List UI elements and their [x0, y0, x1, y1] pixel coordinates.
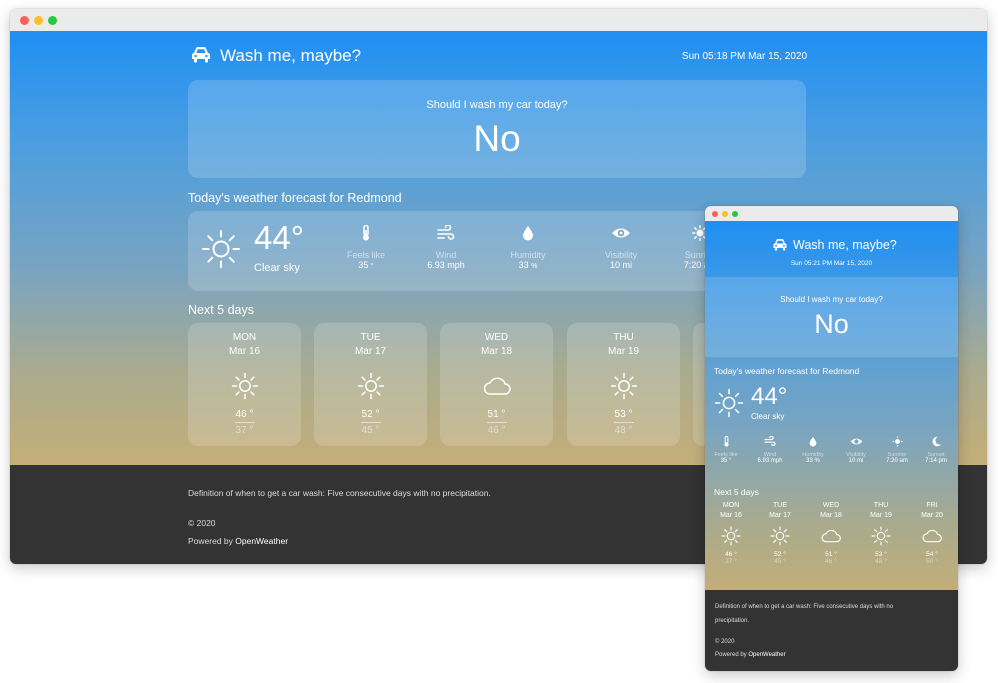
close-window-button[interactable] — [20, 15, 29, 25]
forecast-day-column: THU Mar 19 53 ° 48 ° — [858, 502, 904, 565]
minimize-window-button[interactable] — [34, 15, 43, 25]
wind-icon — [750, 434, 790, 452]
forecast-low: 45 ° — [361, 425, 380, 436]
eye-icon — [836, 434, 876, 452]
sunrise-icon — [877, 434, 917, 452]
metric-humidity: Humidity 33 % — [793, 434, 833, 464]
app-title: Wash me, maybe? — [220, 46, 362, 65]
page-viewport: Wash me, maybe? Sun 05:21 PM Mar 15, 202… — [705, 221, 958, 671]
divider — [234, 422, 255, 423]
forecast-day-card: MON Mar 16 46 ° 37 ° — [188, 323, 301, 446]
sun-icon — [757, 526, 803, 546]
window-titlebar — [705, 206, 958, 221]
metric-value: 35 ° — [358, 260, 374, 270]
sun-icon — [201, 229, 241, 269]
car-icon — [190, 46, 212, 64]
today-forecast-heading: Today's weather forecast for Redmond — [714, 366, 860, 376]
sun-icon — [188, 372, 301, 400]
forecast-high: 46 ° — [235, 409, 254, 420]
footer-powered-by: Powered by OpenWeather — [188, 536, 289, 546]
car-icon — [772, 238, 788, 252]
current-datetime: Sun 05:21 PM Mar 15, 2020 — [790, 260, 873, 267]
metric-visibility: Visibility 10 mi — [836, 434, 876, 464]
decision-answer: No — [814, 309, 849, 339]
weather-condition: Clear sky — [254, 262, 300, 274]
thermometer-icon — [706, 434, 746, 452]
decision-card: Should I wash my car today? No — [705, 277, 958, 357]
forecast-high: 53 ° — [614, 409, 633, 420]
openweather-link[interactable]: OpenWeather — [235, 536, 288, 546]
metric-visibility: Visibility 10 mi — [591, 225, 651, 270]
cloud-icon — [440, 372, 553, 400]
forecast-day-column: MON Mar 16 46 ° 37 ° — [708, 502, 754, 565]
metric-sunset: Sunset 7:14 pm — [916, 434, 956, 464]
sun-icon — [708, 526, 754, 546]
sun-icon — [858, 526, 904, 546]
sun-icon — [567, 372, 680, 400]
decision-question: Should I wash my car today? — [426, 99, 568, 111]
divider — [360, 422, 381, 423]
browser-window-mobile: Wash me, maybe? Sun 05:21 PM Mar 15, 202… — [705, 206, 958, 671]
page-footer: Definition of when to get a car wash: Fi… — [705, 590, 958, 671]
moon-icon — [916, 434, 956, 452]
decision-card: Should I wash my car today? No — [188, 80, 806, 178]
forecast-high: 51 ° — [487, 409, 506, 420]
cloud-icon — [909, 526, 955, 546]
forecast-low: 46 ° — [487, 425, 506, 436]
today-forecast-heading: Today's weather forecast for Redmond — [188, 191, 402, 205]
droplet-icon — [793, 434, 833, 452]
forecast-low: 48 ° — [614, 425, 633, 436]
forecast-day-column: WED Mar 18 51 ° 46 ° — [808, 502, 854, 565]
forecast-day-card: TUE Mar 17 52 ° 45 ° — [314, 323, 427, 446]
app-title: Wash me, maybe? — [793, 238, 897, 252]
divider — [486, 422, 507, 423]
metric-wind: Wind 6.93 mph — [416, 224, 476, 270]
forecast-low: 37 ° — [235, 425, 254, 436]
forecast-high: 52 ° — [361, 409, 380, 420]
forecast-day-card: WED Mar 18 51 ° 46 ° — [440, 323, 553, 446]
minimize-window-button[interactable] — [722, 210, 728, 217]
footer-definition: Definition of when to get a car wash: Fi… — [188, 488, 491, 498]
sun-icon — [714, 388, 744, 418]
current-datetime: Sun 05:18 PM Mar 15, 2020 — [681, 51, 807, 62]
metric-sunrise: Sunrise 7:20 am — [877, 434, 917, 464]
maximize-window-button[interactable] — [732, 210, 738, 217]
metric-label: Feels like — [346, 250, 385, 260]
weather-condition: Clear sky — [751, 412, 785, 421]
forecast-day-column: TUE Mar 17 52 ° 45 ° — [757, 502, 803, 565]
droplet-icon — [498, 225, 558, 246]
metric-humidity: Humidity 33 % — [498, 225, 558, 270]
cloud-icon — [808, 526, 854, 546]
window-titlebar — [10, 9, 987, 31]
today-weather-card: 44° Clear sky Feels like 35 ° Wind 6.93 … — [188, 211, 728, 291]
next-days-heading: Next 5 days — [714, 487, 759, 497]
close-window-button[interactable] — [712, 210, 718, 217]
next-days-heading: Next 5 days — [188, 303, 255, 317]
footer-definition-line-1: Definition of when to get a car wash: Fi… — [715, 604, 894, 610]
thermometer-icon — [336, 224, 396, 246]
forecast-day-column: FRI Mar 20 54 ° 50 ° — [909, 502, 955, 565]
footer-copyright: © 2020 — [188, 518, 216, 528]
eye-icon — [591, 225, 651, 246]
current-temperature: 44° — [254, 219, 304, 256]
footer-powered-by: Powered by OpenWeather — [715, 652, 786, 658]
metric-wind: Wind 6.93 mph — [750, 434, 790, 464]
metric-feels-like: Feels like 35 ° — [706, 434, 746, 464]
footer-definition-line-2: precipitation. — [715, 618, 750, 624]
wind-icon — [416, 224, 476, 246]
openweather-link[interactable]: OpenWeather — [748, 652, 785, 658]
current-temperature: 44° — [751, 383, 788, 410]
divider — [613, 422, 634, 423]
forecast-day-card: THU Mar 19 53 ° 48 ° — [567, 323, 680, 446]
metric-feels-like: Feels like 35 ° — [336, 224, 396, 270]
footer-copyright: © 2020 — [715, 639, 735, 645]
sun-icon — [314, 372, 427, 400]
decision-answer: No — [473, 118, 521, 159]
maximize-window-button[interactable] — [48, 15, 57, 25]
decision-question: Should I wash my car today? — [780, 295, 883, 304]
